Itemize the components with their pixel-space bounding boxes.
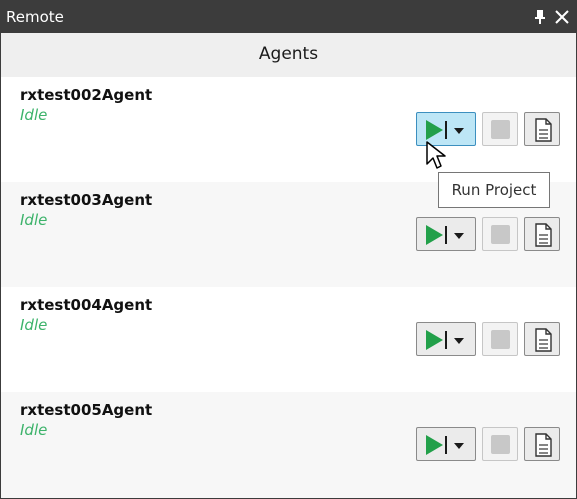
stop-button[interactable] [482, 322, 518, 356]
agents-header: Agents [1, 33, 576, 77]
agent-status: Idle [20, 106, 48, 124]
title-bar: Remote [1, 1, 576, 33]
close-icon[interactable] [553, 7, 571, 27]
run-project-button[interactable] [416, 427, 476, 461]
agent-status: Idle [20, 421, 48, 439]
view-log-button[interactable] [524, 112, 560, 146]
run-project-button[interactable] [416, 322, 476, 356]
play-dropdown-icon [426, 435, 464, 455]
run-project-button[interactable] [416, 217, 476, 251]
agent-name: rxtest003Agent [20, 191, 153, 209]
agent-status: Idle [20, 211, 48, 229]
agent-name: rxtest002Agent [20, 86, 153, 104]
agent-row: rxtest005Agent Idle [1, 392, 576, 498]
play-dropdown-icon [426, 330, 464, 350]
document-icon [535, 328, 552, 352]
pin-icon[interactable] [532, 7, 548, 27]
stop-button[interactable] [482, 112, 518, 146]
window-title: Remote [6, 8, 64, 26]
play-dropdown-icon [426, 225, 464, 245]
stop-icon [491, 330, 510, 349]
stop-button[interactable] [482, 427, 518, 461]
stop-icon [491, 120, 510, 139]
stop-icon [491, 225, 510, 244]
agent-row: rxtest004Agent Idle [1, 287, 576, 392]
view-log-button[interactable] [524, 322, 560, 356]
view-log-button[interactable] [524, 427, 560, 461]
agent-status: Idle [20, 316, 48, 334]
remote-panel: Remote Agents rxtest002Agent Idle rxtest… [0, 0, 577, 499]
run-project-tooltip: Run Project [438, 172, 550, 208]
mouse-cursor-icon [426, 141, 446, 169]
agent-name: rxtest005Agent [20, 401, 153, 419]
document-icon [535, 118, 552, 142]
document-icon [535, 223, 552, 247]
stop-button[interactable] [482, 217, 518, 251]
agent-row: rxtest002Agent Idle [1, 77, 576, 182]
agent-name: rxtest004Agent [20, 296, 153, 314]
document-icon [535, 433, 552, 457]
view-log-button[interactable] [524, 217, 560, 251]
stop-icon [491, 435, 510, 454]
agents-header-title: Agents [258, 44, 319, 64]
